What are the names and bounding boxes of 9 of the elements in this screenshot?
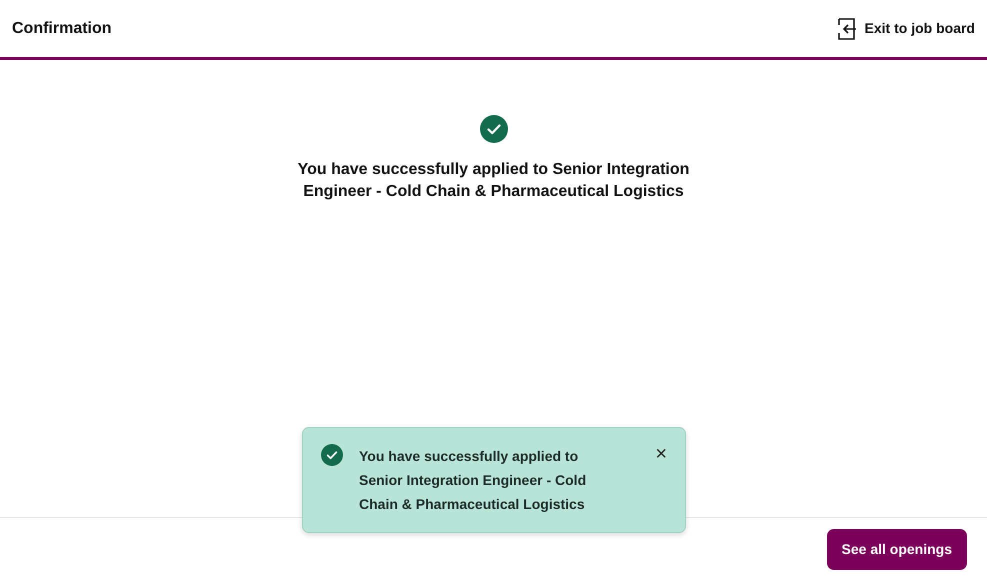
page-title: Confirmation	[12, 18, 112, 38]
close-button[interactable]: ×	[655, 444, 667, 464]
exit-link[interactable]: Exit to job board	[836, 18, 975, 40]
check-icon	[480, 115, 508, 143]
confirmation-message: You have successfully applied to Senior Integration Engineer - Cold Chain & Pharmaceutical Logistics	[296, 160, 690, 202]
see-all-openings-button[interactable]: See all openings	[826, 529, 967, 570]
exit-icon	[836, 18, 857, 40]
toast-message: You have successfully applied to Senior Integration Engineer - Cold Chain & Pharmaceutical Logistics	[359, 447, 588, 514]
check-icon	[321, 444, 343, 466]
